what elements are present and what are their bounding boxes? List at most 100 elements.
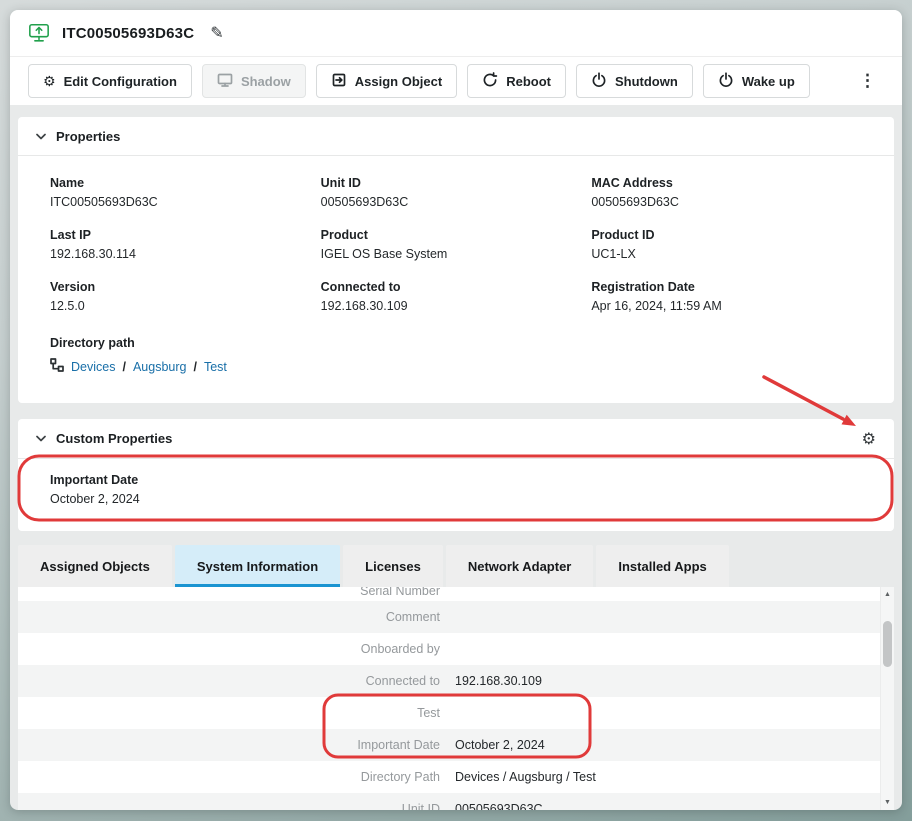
field-label: Registration Date xyxy=(591,280,862,295)
tab-licenses[interactable]: Licenses xyxy=(343,545,443,587)
scroll-up-icon[interactable]: ▲ xyxy=(881,588,894,601)
section-title: Properties xyxy=(56,129,120,144)
card-header: ITC00505693D63C ✎ xyxy=(10,10,902,57)
custom-properties-gear-icon[interactable]: ⚙ xyxy=(862,429,876,449)
field-value: 192.168.30.109 xyxy=(321,299,592,314)
tab-assigned-objects[interactable]: Assigned Objects xyxy=(18,545,172,587)
scrollbar-thumb[interactable] xyxy=(883,621,892,667)
button-label: Shutdown xyxy=(615,74,678,89)
table-row: Important Date October 2, 2024 xyxy=(18,729,880,761)
field-value: IGEL OS Base System xyxy=(321,247,592,262)
chevron-down-icon xyxy=(36,435,46,442)
row-label: Connected to xyxy=(18,674,440,688)
property-field: Version 12.5.0 xyxy=(50,280,321,314)
row-label: Onboarded by xyxy=(18,642,440,656)
shutdown-button[interactable]: Shutdown xyxy=(576,64,693,98)
shadow-button[interactable]: Shadow xyxy=(202,64,306,98)
breadcrumb-link-augsburg[interactable]: Augsburg xyxy=(133,360,187,374)
action-toolbar: ⚙ Edit Configuration Shadow Assi xyxy=(10,57,902,105)
table-scrollbar[interactable]: ▲ ▼ xyxy=(880,587,894,810)
system-information-panel: Serial Number Comment Onboarded by Conne… xyxy=(18,587,894,810)
property-field: MAC Address 00505693D63C xyxy=(591,176,862,210)
field-value: Apr 16, 2024, 11:59 AM xyxy=(591,299,862,314)
breadcrumb: Devices / Augsburg / Test xyxy=(50,357,862,377)
custom-properties-body: Important Date October 2, 2024 xyxy=(18,459,894,531)
custom-property-field: Important Date October 2, 2024 xyxy=(50,473,862,507)
field-value: October 2, 2024 xyxy=(50,492,862,507)
page-title: ITC00505693D63C xyxy=(62,25,194,42)
field-label: Unit ID xyxy=(321,176,592,191)
row-label: Directory Path xyxy=(18,770,440,784)
table-row: Onboarded by xyxy=(18,633,880,665)
row-label: Test xyxy=(18,706,440,720)
more-actions-button[interactable]: ⋮ xyxy=(851,67,884,95)
row-label: Important Date xyxy=(18,738,440,752)
table-row: Connected to 192.168.30.109 xyxy=(18,665,880,697)
field-label: Name xyxy=(50,176,321,191)
property-field: Product IGEL OS Base System xyxy=(321,228,592,262)
edit-configuration-button[interactable]: ⚙ Edit Configuration xyxy=(28,64,192,98)
field-label: Product ID xyxy=(591,228,862,243)
directory-path-block: Directory path Devices / Augsburg / Test xyxy=(18,336,894,403)
gear-icon: ⚙ xyxy=(43,74,56,88)
property-field: Name ITC00505693D63C xyxy=(50,176,321,210)
custom-properties-section-header[interactable]: Custom Properties ⚙ xyxy=(18,419,894,459)
button-label: Reboot xyxy=(506,74,551,89)
breadcrumb-separator: / xyxy=(122,360,125,374)
field-label: Directory path xyxy=(50,336,862,351)
device-detail-card: ITC00505693D63C ✎ ⚙ Edit Configuration S… xyxy=(10,10,902,810)
field-value: 12.5.0 xyxy=(50,299,321,314)
field-value: ITC00505693D63C xyxy=(50,195,321,210)
tab-network-adapter[interactable]: Network Adapter xyxy=(446,545,594,587)
power-icon xyxy=(591,72,607,91)
table-row: Unit ID 00505693D63C xyxy=(18,793,880,810)
reboot-icon xyxy=(482,72,498,91)
tab-installed-apps[interactable]: Installed Apps xyxy=(596,545,728,587)
edit-name-icon[interactable]: ✎ xyxy=(210,23,223,43)
property-field: Product ID UC1-LX xyxy=(591,228,862,262)
field-label: Version xyxy=(50,280,321,295)
tab-system-information[interactable]: System Information xyxy=(175,545,340,587)
row-value: Devices / Augsburg / Test xyxy=(455,770,596,784)
button-label: Edit Configuration xyxy=(64,74,177,89)
detail-tabs: Assigned Objects System Information Lice… xyxy=(18,545,894,587)
scroll-down-icon[interactable]: ▼ xyxy=(881,796,894,809)
table-row: Serial Number xyxy=(18,587,880,601)
field-value: 00505693D63C xyxy=(591,195,862,210)
power-icon xyxy=(718,72,734,91)
assign-object-button[interactable]: Assign Object xyxy=(316,64,457,98)
properties-section-header[interactable]: Properties xyxy=(18,117,894,156)
chevron-down-icon xyxy=(36,133,46,140)
field-label: Product xyxy=(321,228,592,243)
row-label: Unit ID xyxy=(18,802,440,810)
row-value: 192.168.30.109 xyxy=(455,674,542,688)
device-icon xyxy=(28,22,50,44)
button-label: Wake up xyxy=(742,74,795,89)
table-row: Test xyxy=(18,697,880,729)
wake-up-button[interactable]: Wake up xyxy=(703,64,810,98)
property-field: Last IP 192.168.30.114 xyxy=(50,228,321,262)
breadcrumb-link-devices[interactable]: Devices xyxy=(71,360,115,374)
button-label: Shadow xyxy=(241,74,291,89)
property-field: Connected to 192.168.30.109 xyxy=(321,280,592,314)
field-label: Connected to xyxy=(321,280,592,295)
field-label: Last IP xyxy=(50,228,321,243)
property-field: Unit ID 00505693D63C xyxy=(321,176,592,210)
breadcrumb-separator: / xyxy=(193,360,196,374)
row-value: October 2, 2024 xyxy=(455,738,545,752)
field-value: UC1-LX xyxy=(591,247,862,262)
monitor-icon xyxy=(217,72,233,91)
field-value: 00505693D63C xyxy=(321,195,592,210)
tree-icon xyxy=(50,358,64,377)
reboot-button[interactable]: Reboot xyxy=(467,64,566,98)
field-value: 192.168.30.114 xyxy=(50,247,321,262)
properties-grid: Name ITC00505693D63C Unit ID 00505693D63… xyxy=(18,156,894,336)
system-information-table: Serial Number Comment Onboarded by Conne… xyxy=(18,587,880,810)
button-label: Assign Object xyxy=(355,74,442,89)
breadcrumb-link-test[interactable]: Test xyxy=(204,360,227,374)
property-field: Registration Date Apr 16, 2024, 11:59 AM xyxy=(591,280,862,314)
row-label: Comment xyxy=(18,610,440,624)
field-label: MAC Address xyxy=(591,176,862,191)
properties-section: Properties Name ITC00505693D63C Unit ID … xyxy=(18,117,894,403)
section-title: Custom Properties xyxy=(56,431,172,446)
